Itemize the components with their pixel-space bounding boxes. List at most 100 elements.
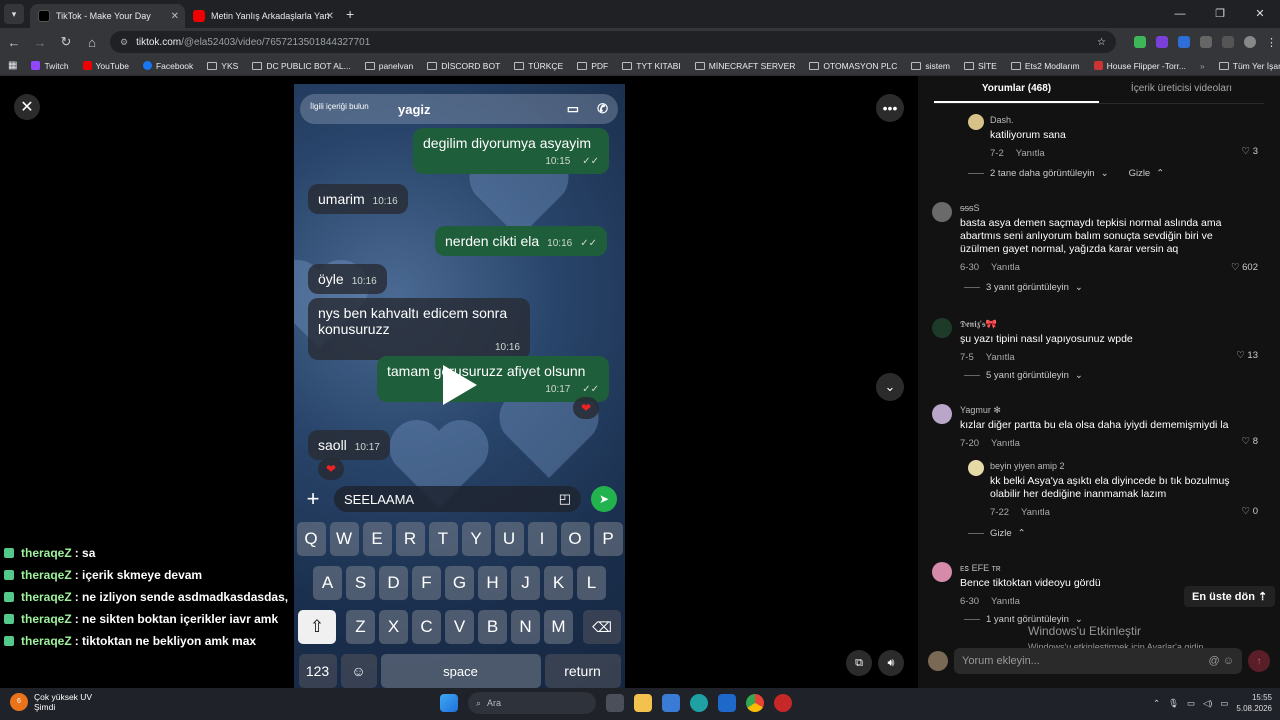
microphone-icon[interactable]: 🎙︎ [1168, 698, 1179, 709]
all-bookmarks[interactable]: Tüm Yer İşaretleri [1218, 61, 1280, 71]
bookmark-folder[interactable]: SİTE [963, 61, 997, 71]
app-icon[interactable] [774, 694, 792, 712]
close-tab-icon[interactable]: ✕ [326, 11, 334, 22]
browser-menu-icon[interactable]: ⋮ [1266, 36, 1277, 49]
clock[interactable]: 15:55 5.08.2026 [1236, 692, 1272, 714]
volume-icon[interactable]: 🔊︎ [878, 650, 904, 676]
next-video-button[interactable]: ⌄ [876, 373, 904, 401]
apps-icon[interactable]: ▦ [8, 60, 17, 71]
comment-username[interactable]: Yagmur ✻ [960, 404, 1262, 417]
extension-icon[interactable] [1156, 36, 1168, 48]
mention-icon[interactable]: @ [1209, 655, 1220, 667]
reload-icon[interactable]: ↻ [58, 34, 74, 50]
comment-input[interactable]: Yorum ekleyin... @ ☺ [954, 648, 1242, 674]
extension-icon[interactable] [1134, 36, 1146, 48]
battery-icon[interactable]: ▭ [1220, 698, 1228, 709]
url-field[interactable]: ⚙ tiktok.com/@ela52403/video/76572135018… [110, 31, 1116, 53]
hide-replies-button[interactable]: Gizle [1129, 168, 1151, 179]
reply-button[interactable]: Yanıtla [991, 595, 1020, 608]
bookmark-star-icon[interactable]: ☆ [1097, 37, 1106, 48]
bookmark-folder[interactable]: OTOMASYON PLC [809, 61, 897, 71]
profile-avatar[interactable] [1244, 36, 1256, 48]
emoji-icon[interactable]: ☺ [1223, 655, 1234, 667]
back-icon[interactable]: ← [6, 35, 22, 50]
store-icon[interactable] [662, 694, 680, 712]
comment-username[interactable]: beyin yiyen amip 2 [990, 460, 1262, 473]
home-icon[interactable]: ⌂ [84, 35, 100, 50]
chrome-icon[interactable] [746, 694, 764, 712]
file-explorer-icon[interactable] [634, 694, 652, 712]
avatar[interactable] [968, 114, 984, 130]
post-comment-button[interactable]: ↑ [1248, 650, 1270, 672]
more-options-button[interactable]: ••• [876, 94, 904, 122]
avatar[interactable] [968, 460, 984, 476]
taskbar-search[interactable]: ⌕ Ara [468, 692, 596, 714]
like-button[interactable]: ♡ 0 [1242, 506, 1258, 517]
reply-button[interactable]: Yanıtla [986, 351, 1015, 364]
comment-username[interactable]: ᵴᵴᵴS [960, 202, 1262, 215]
comment-username[interactable]: Dash. [990, 114, 1262, 127]
network-icon[interactable]: ▭ [1187, 698, 1195, 709]
edge-icon[interactable] [690, 694, 708, 712]
bookmark-folder[interactable]: Ets2 Modlarım [1010, 61, 1080, 71]
bookmark-folder[interactable]: TÜRKÇE [514, 61, 563, 71]
windows-start-icon[interactable] [440, 694, 458, 712]
chevron-right-icon[interactable]: » [1200, 61, 1205, 71]
bookmark-folder[interactable]: sistem [911, 61, 950, 71]
bookmark-folder[interactable]: YKS [207, 61, 238, 71]
mail-icon[interactable] [718, 694, 736, 712]
like-button[interactable]: ♡ 602 [1231, 262, 1258, 273]
bookmark-twitch[interactable]: Twitch [31, 61, 69, 71]
media-icon[interactable] [1222, 36, 1234, 48]
bookmark-house-flipper[interactable]: House Flipper -Torr... [1093, 61, 1186, 71]
tab-tiktok[interactable]: TikTok - Make Your Day ✕ [30, 4, 185, 28]
like-button[interactable]: ♡ 13 [1236, 350, 1258, 361]
find-related-content-link[interactable]: İlgili içeriği bulun [310, 102, 369, 111]
bookmark-folder[interactable]: MİNECRAFT SERVER [694, 61, 795, 71]
tab-comments[interactable]: Yorumlar (468) [934, 76, 1099, 103]
chevron-up-icon[interactable]: ⌃ [1153, 698, 1160, 709]
minimize-button[interactable]: — [1160, 0, 1200, 28]
picture-in-picture-icon[interactable]: ⧉ [846, 650, 872, 676]
close-tab-icon[interactable]: ✕ [171, 11, 179, 22]
bookmark-facebook[interactable]: Facebook [142, 61, 193, 71]
reply-button[interactable]: Yanıtla [991, 261, 1020, 274]
like-button[interactable]: ♡ 8 [1242, 436, 1258, 447]
view-more-replies[interactable]: 5 yanıt görüntüleyin ⌄ [964, 370, 1083, 381]
maximize-button[interactable]: ❐ [1200, 0, 1240, 28]
bookmark-folder[interactable]: panelvan [364, 61, 413, 71]
play-icon[interactable] [443, 365, 477, 405]
avatar[interactable] [932, 404, 952, 424]
extension-icon[interactable] [1178, 36, 1190, 48]
close-window-button[interactable]: ✕ [1240, 0, 1280, 28]
avatar[interactable] [932, 562, 952, 582]
reply-button[interactable]: Yanıtla [1021, 506, 1050, 519]
bookmark-folder[interactable]: DC PUBLIC BOT AL... [252, 61, 351, 71]
bookmark-folder[interactable]: PDF [577, 61, 608, 71]
weather-widget[interactable]: 6 Çok yüksek UV Şimdi [10, 692, 92, 712]
reply-button[interactable]: Yanıtla [1016, 147, 1045, 160]
forward-icon[interactable]: → [32, 35, 48, 50]
bookmark-youtube[interactable]: YouTube [82, 61, 129, 71]
tab-creator-videos[interactable]: İçerik üreticisi videoları [1099, 76, 1264, 103]
close-video-button[interactable]: ✕ [14, 94, 40, 120]
avatar[interactable] [932, 318, 952, 338]
bookmark-folder[interactable]: TYT KITABI [622, 61, 681, 71]
comment-username[interactable]: 𝕯𝖊𝖓𝖎𝖟'𝖘🎀 [960, 318, 1262, 331]
video-player[interactable]: İlgili içeriği bulun yagiz ▭ ✆ degilim di… [294, 84, 625, 688]
back-to-top-button[interactable]: En üste dön ⇡ [1184, 586, 1276, 607]
comment-username[interactable]: ᴇꜱ EFE ᴛʀ [960, 562, 1262, 575]
view-more-replies[interactable]: 2 tane daha görüntüleyin ⌄ Gizle ⌃ [968, 168, 1164, 179]
bookmark-folder[interactable]: DİSCORD BOT [427, 61, 500, 71]
hide-replies-button[interactable]: Gizle ⌃ [968, 528, 1026, 539]
tab-search-button[interactable]: ▾ [4, 4, 24, 24]
task-view-icon[interactable] [606, 694, 624, 712]
avatar[interactable] [932, 202, 952, 222]
extensions-puzzle-icon[interactable] [1200, 36, 1212, 48]
tab-youtube[interactable]: Metin Yanlış Arkadaşlarla Yanlış ✕ [185, 4, 340, 28]
new-tab-button[interactable]: + [346, 6, 354, 22]
volume-icon[interactable]: ◁) [1203, 698, 1212, 709]
site-info-icon[interactable]: ⚙ [120, 37, 128, 48]
view-more-replies[interactable]: 3 yanıt görüntüleyin ⌄ [964, 282, 1083, 293]
like-button[interactable]: ♡ 3 [1242, 146, 1258, 157]
